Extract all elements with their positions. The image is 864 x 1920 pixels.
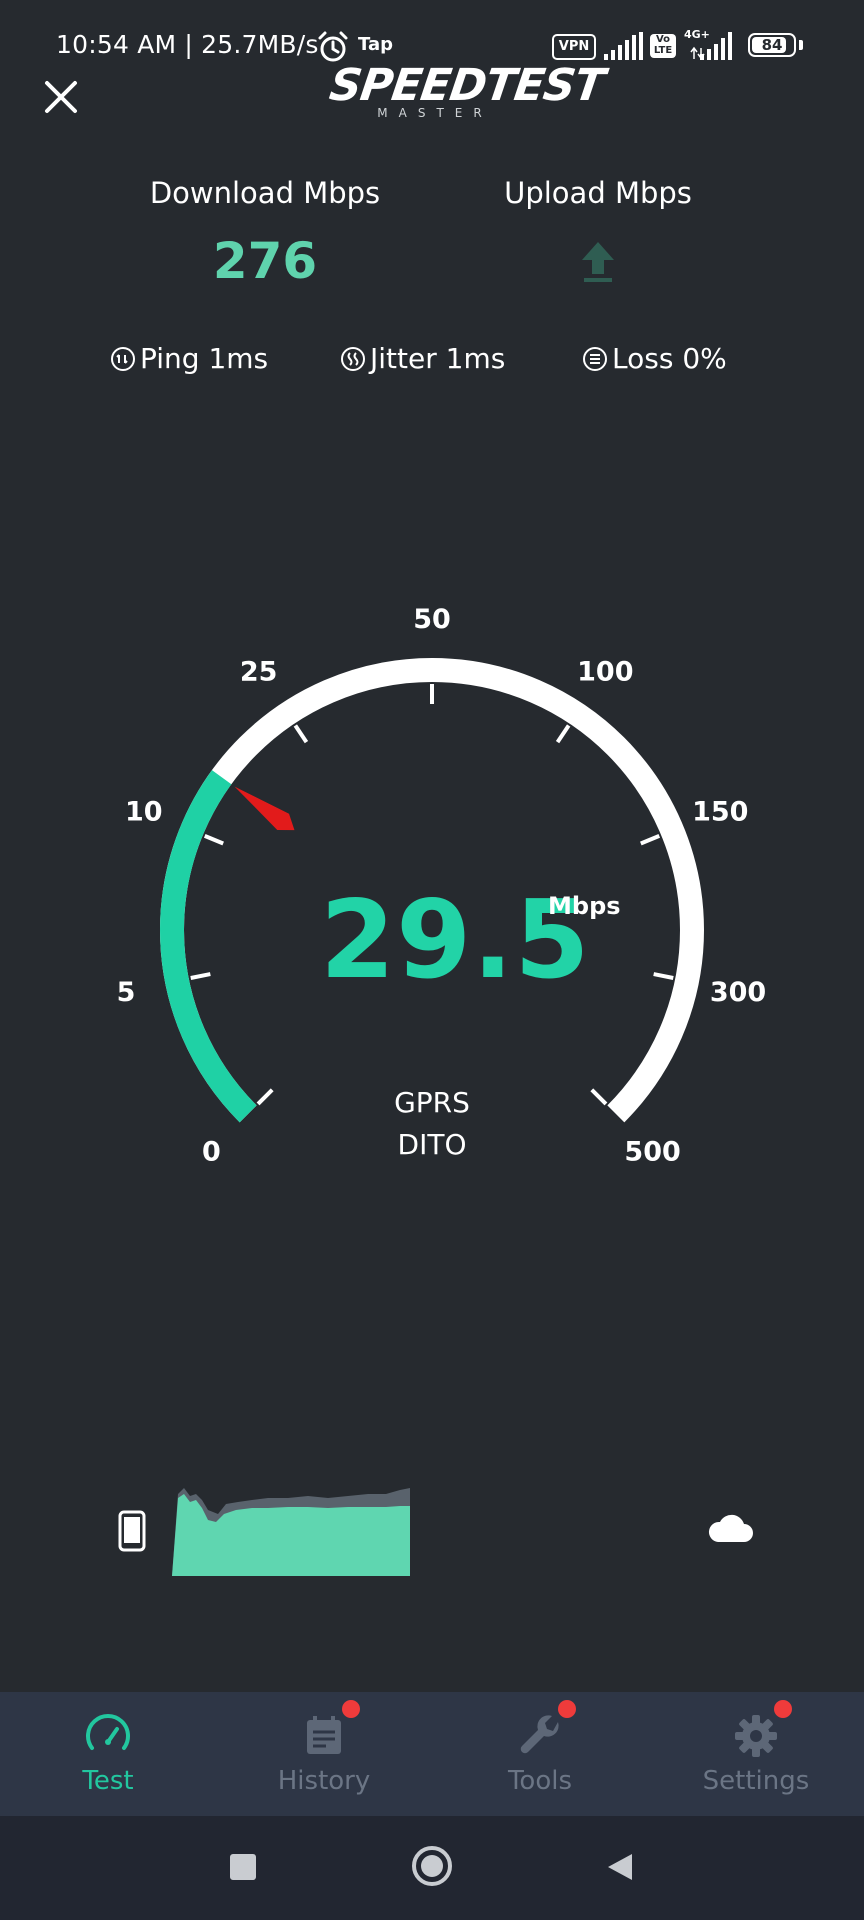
nav-tab-test[interactable]: Test — [0, 1692, 216, 1816]
signal-strength-icon — [604, 32, 643, 60]
gauge-tick — [190, 972, 211, 980]
volte-badge: Vo LTE — [650, 34, 676, 58]
gauge-scale-label: 50 — [413, 604, 451, 635]
ping-text: Ping 1ms — [140, 342, 269, 375]
gauge-tick — [653, 972, 674, 980]
home-button[interactable] — [412, 1846, 452, 1886]
nav-label-tools: Tools — [507, 1766, 573, 1796]
gauge-scale-label: 300 — [710, 977, 766, 1008]
loss-text: Loss 0% — [612, 342, 727, 375]
recents-button[interactable] — [230, 1854, 256, 1880]
gauge-tick — [293, 724, 309, 744]
nav-label-settings: Settings — [702, 1766, 810, 1796]
gauge-progress — [160, 770, 257, 1123]
signal-strength-icon-2 — [690, 32, 732, 60]
ping-metric: Ping 1ms — [110, 342, 268, 375]
battery-level: 84 — [761, 36, 783, 54]
gauge-scale-label: 150 — [692, 797, 748, 828]
tap-label: Tap — [358, 34, 393, 55]
phone-icon — [118, 1510, 146, 1552]
history-icon — [307, 1716, 341, 1754]
tools-badge — [558, 1700, 576, 1718]
bottom-navigation: Test History Tools Settings — [0, 1692, 864, 1816]
nav-tab-settings[interactable]: Settings — [648, 1692, 864, 1816]
gauge-scale-label: 0 — [202, 1137, 221, 1168]
gauge-scale-label: 25 — [240, 657, 278, 688]
speedometer-icon — [86, 1714, 130, 1750]
jitter-text: Jitter 1ms — [370, 342, 506, 375]
upload-label: Upload Mbps — [504, 176, 692, 210]
loss-icon — [583, 346, 607, 371]
gauge-tick — [590, 1088, 608, 1106]
logo-wordmark: SPEEDTEST — [326, 60, 608, 111]
gauge-tick — [256, 1088, 274, 1106]
alarm-icon — [318, 31, 348, 62]
gauge-scale-label: 10 — [125, 797, 163, 828]
gauge-scale-label: 100 — [577, 657, 633, 688]
gauge-needle — [234, 786, 295, 831]
nav-label-test: Test — [82, 1766, 134, 1796]
jitter-metric: Jitter 1ms — [340, 342, 505, 375]
status-time: 10:54 AM | 25.7MB/s — [56, 30, 319, 59]
gauge-tick — [203, 834, 224, 846]
loss-metric: Loss 0% — [582, 342, 727, 375]
network-type: GPRS — [394, 1086, 470, 1119]
ping-icon — [111, 346, 135, 371]
home-button-inner — [421, 1855, 443, 1877]
gear-icon — [735, 1715, 777, 1757]
gauge-scale-label: 500 — [624, 1137, 680, 1168]
cloud-icon — [708, 1514, 753, 1542]
nav-label-history: History — [277, 1766, 371, 1796]
download-label: Download Mbps — [149, 176, 381, 210]
current-speed-unit: Mbps — [548, 892, 621, 920]
settings-badge — [774, 1700, 792, 1718]
upload-arrow-icon — [582, 242, 614, 282]
app-logo: SPEEDTEST MASTER — [326, 60, 608, 134]
nav-tab-tools[interactable]: Tools — [432, 1692, 648, 1816]
battery-icon: 84 — [748, 33, 796, 57]
carrier-name: DITO — [397, 1128, 467, 1161]
vpn-badge: VPN — [552, 34, 596, 60]
history-badge — [342, 1700, 360, 1718]
nav-tab-history[interactable]: History — [216, 1692, 432, 1816]
back-button[interactable] — [604, 1852, 634, 1882]
gauge-tick — [555, 724, 571, 744]
gauge-scale-label: 5 — [117, 977, 136, 1008]
wrench-icon — [520, 1715, 559, 1754]
battery-tip — [799, 40, 803, 50]
jitter-icon — [341, 346, 365, 371]
speed-graph — [164, 1488, 410, 1576]
download-value: 276 — [212, 232, 318, 290]
gauge-tick — [640, 834, 661, 846]
close-button[interactable] — [36, 72, 86, 122]
